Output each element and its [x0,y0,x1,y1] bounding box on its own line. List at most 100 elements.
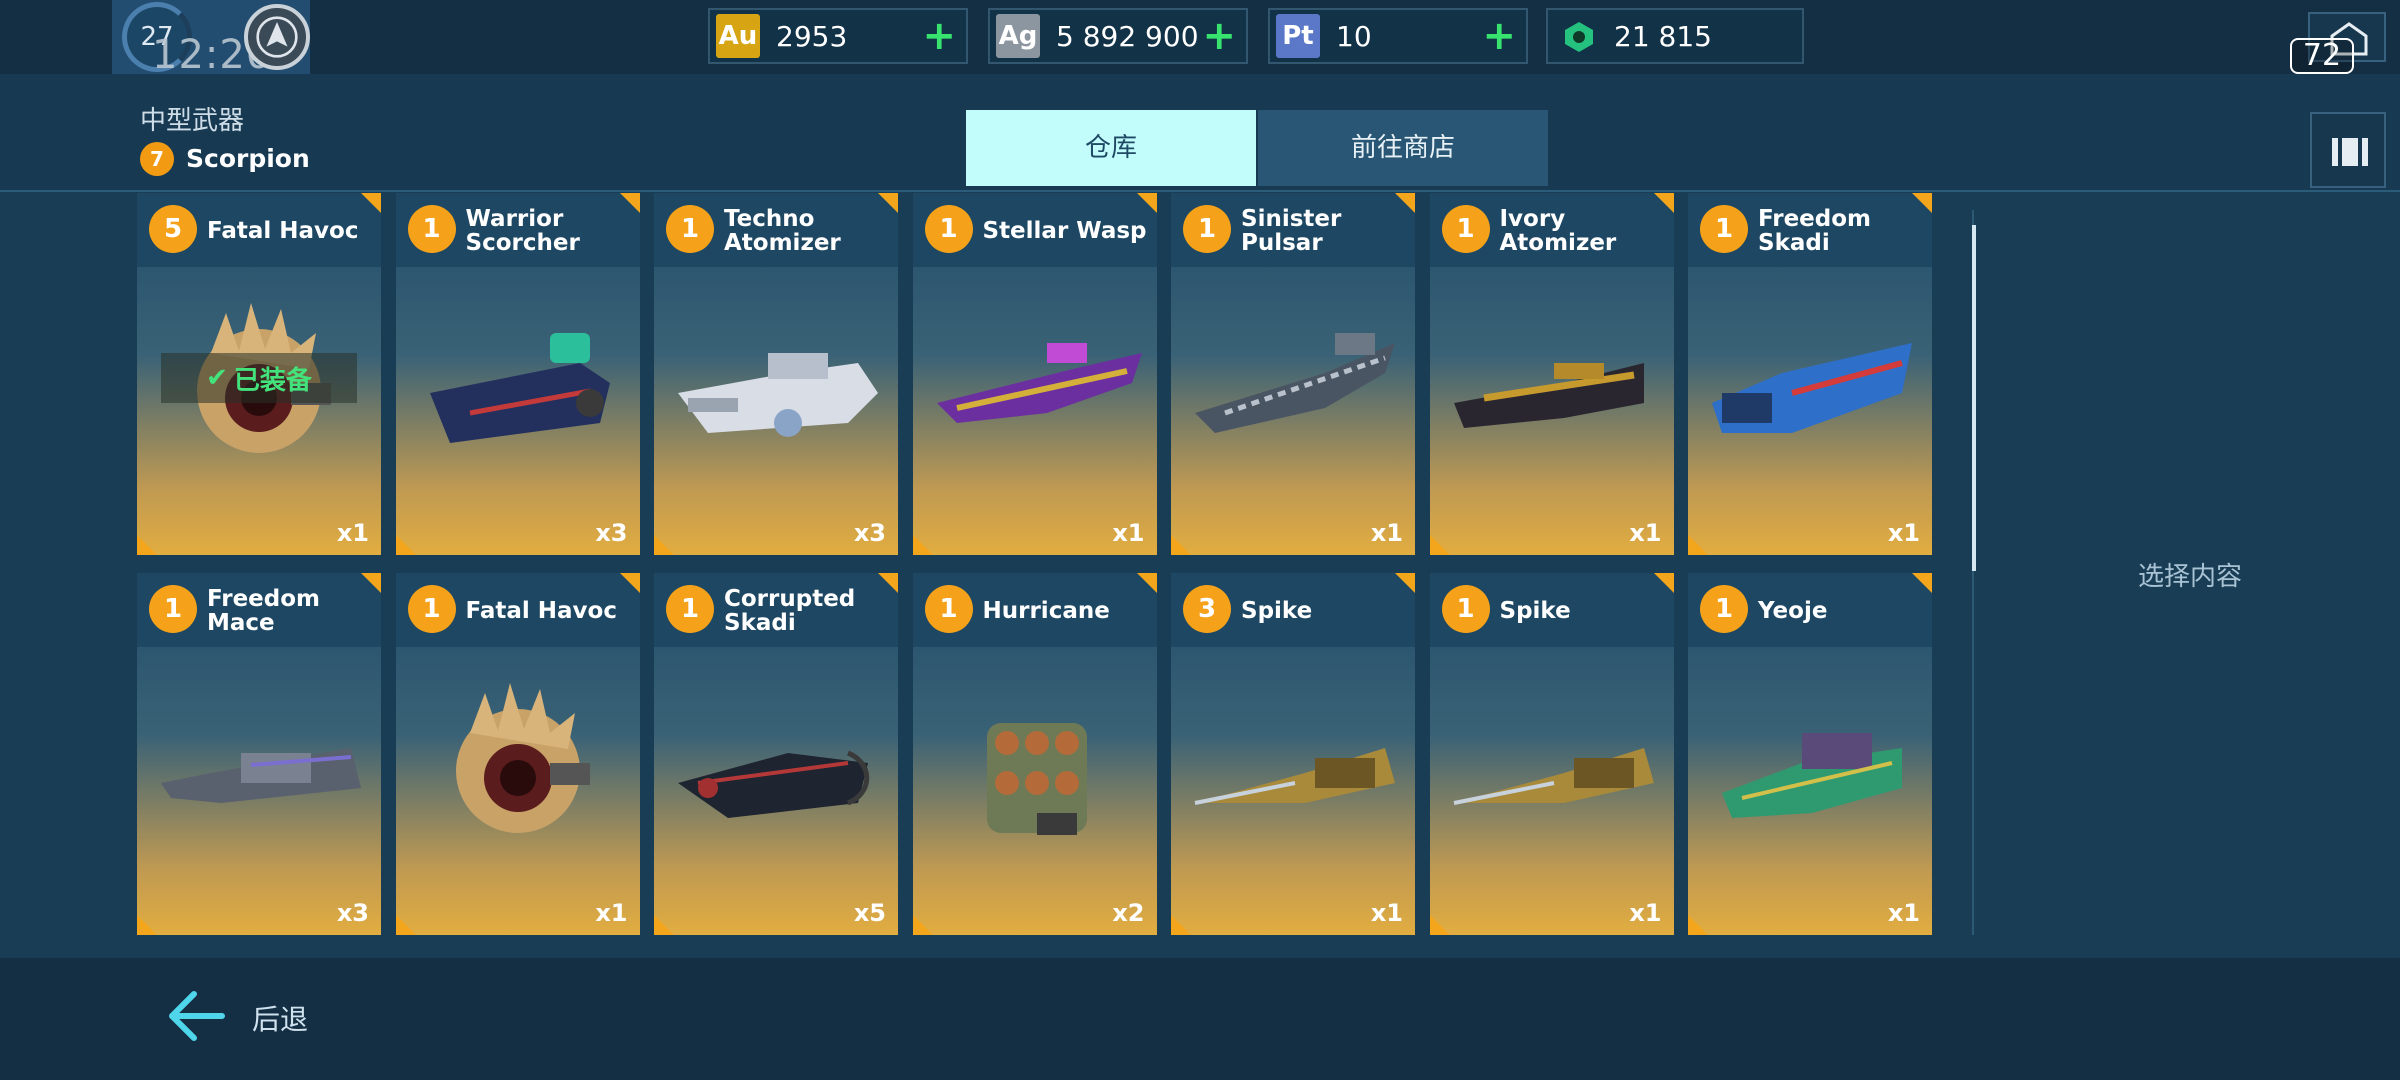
weapon-art-icon [1722,733,1902,818]
item-name: Fatal Havoc [465,598,618,624]
item-name: Warrior Scorcher [465,206,580,256]
item-level-badge: 1 [924,205,973,253]
item-quantity: x3 [336,899,369,927]
ag-value: 5 892 900 [1056,20,1199,53]
rarity-corner [654,915,674,935]
pt-icon: Pt [1276,14,1320,58]
rarity-corner [1688,915,1708,935]
weapon-card[interactable]: 1 Warrior Scorcher x3 [395,193,640,555]
weapon-art-icon [1194,748,1395,805]
item-name: Freedom Skadi [1758,206,1872,256]
item-level-badge: 1 [149,585,197,633]
gem-icon [1565,22,1593,52]
rarity-corner [137,535,157,555]
item-quantity: x3 [595,519,628,547]
item-name: Spike [1241,598,1313,624]
slot-level-badge: 7 [140,142,174,176]
equipped-badge: ✔ 已装备 [161,353,357,403]
weapon-card[interactable]: 1 Sinister Pulsar x1 [1171,193,1415,555]
rarity-corner [912,535,933,555]
weapon-art-icon [678,750,870,818]
back-button[interactable]: 后退 [166,986,336,1046]
item-quantity: x1 [1629,899,1662,927]
scroll-thumb[interactable] [1972,225,1976,571]
weapon-card[interactable]: 1 Yeoje x1 [1688,573,1932,935]
weapon-card[interactable]: 1 Spike x1 [1429,573,1674,935]
weapon-card[interactable]: 3 Spike x1 [1171,573,1415,935]
rarity-corner [137,915,157,935]
weapon-art-icon [1453,363,1644,428]
weapon-art-icon [678,353,878,437]
footer-bar [0,958,2400,1080]
weapon-card[interactable]: 1 Freedom Mace x3 [137,573,381,935]
item-quantity: x1 [1112,519,1145,547]
ag-icon: Ag [996,14,1040,58]
rarity-corner [1171,535,1191,555]
weapon-card[interactable]: 1 Freedom Skadi x1 [1688,193,1932,555]
weapon-art-icon [161,748,361,803]
rarity-corner [395,535,416,555]
item-quantity: x1 [1887,519,1920,547]
rarity-corner [395,915,416,935]
weapon-card[interactable]: 1 Ivory Atomizer x1 [1429,193,1674,555]
item-quantity: x1 [1629,519,1662,547]
au-value: 2953 [776,20,848,53]
item-name: Freedom Mace [207,586,321,636]
item-name: Techno Atomizer [724,206,841,256]
item-name: Stellar Wasp [982,218,1147,244]
au-add-button[interactable]: + [922,16,956,56]
ag-add-button[interactable]: + [1202,16,1236,56]
item-name: Hurricane [982,598,1110,624]
weapon-art-icon [429,333,610,443]
item-quantity: x1 [595,899,628,927]
currency-au: Au 2953 + [708,8,968,64]
top-bar: 27 12:20 Au 2953 + Ag 5 892 900 + Pt 10 … [0,0,2400,78]
weapon-card[interactable]: 1 Stellar Wasp x1 [912,193,1157,555]
item-quantity: x1 [336,519,369,547]
weapon-art-icon [1195,333,1395,433]
equipped-label: 已装备 [233,365,312,396]
check-icon: ✔ [206,363,228,393]
item-name: Ivory Atomizer [1499,206,1617,256]
item-quantity: x1 [1887,899,1920,927]
pt-add-button[interactable]: + [1482,16,1516,56]
rarity-corner [1429,915,1450,935]
weapon-card[interactable]: 1 Hurricane x2 [912,573,1157,935]
gem-value: 21 815 [1614,20,1712,53]
currency-pt: Pt 10 + [1268,8,1528,64]
item-level-badge: 1 [407,585,456,633]
rarity-corner [1171,915,1191,935]
rank-emblem-icon[interactable] [244,4,310,70]
item-level-badge: 1 [1441,205,1490,253]
item-quantity: x5 [853,899,886,927]
item-name: Sinister Pulsar [1241,206,1342,256]
tab-warehouse[interactable]: 仓库 [966,110,1256,186]
currency-ag: Ag 5 892 900 + [988,8,1248,64]
weapon-card[interactable]: 1 Techno Atomizer x3 [654,193,898,555]
weapon-art-icon [455,683,590,833]
slot-robot-name: Scorpion [186,144,310,173]
weapon-card[interactable]: 1 Corrupted Skadi x5 [654,573,898,935]
au-icon: Au [716,14,760,58]
item-name: Corrupted Skadi [724,586,856,636]
back-arrow-icon [169,991,225,1041]
weapon-card[interactable]: 5 Fatal Havoc x1 ✔ 已装备 [137,193,381,555]
item-level-badge: 5 [149,205,197,253]
item-quantity: x1 [1370,899,1403,927]
view-toggle-icon[interactable] [2310,112,2386,188]
item-level-badge: 1 [407,205,456,253]
rarity-corner [912,915,933,935]
weapon-art-icon [1453,748,1654,805]
weapon-type-label: 中型武器 [140,106,245,136]
item-quantity: x3 [853,519,886,547]
item-level-badge: 1 [1183,205,1231,253]
weapon-art-icon [986,723,1087,835]
item-name: Spike [1499,598,1571,624]
pt-value: 10 [1336,20,1372,53]
weapon-art-icon [1712,343,1912,433]
item-level-badge: 1 [666,205,714,253]
weapon-card[interactable]: 1 Fatal Havoc x1 [395,573,640,935]
back-label: 后退 [252,1003,309,1036]
player-level-panel[interactable]: 27 12:20 [112,0,310,78]
tab-go-to-shop[interactable]: 前往商店 [1258,110,1548,186]
